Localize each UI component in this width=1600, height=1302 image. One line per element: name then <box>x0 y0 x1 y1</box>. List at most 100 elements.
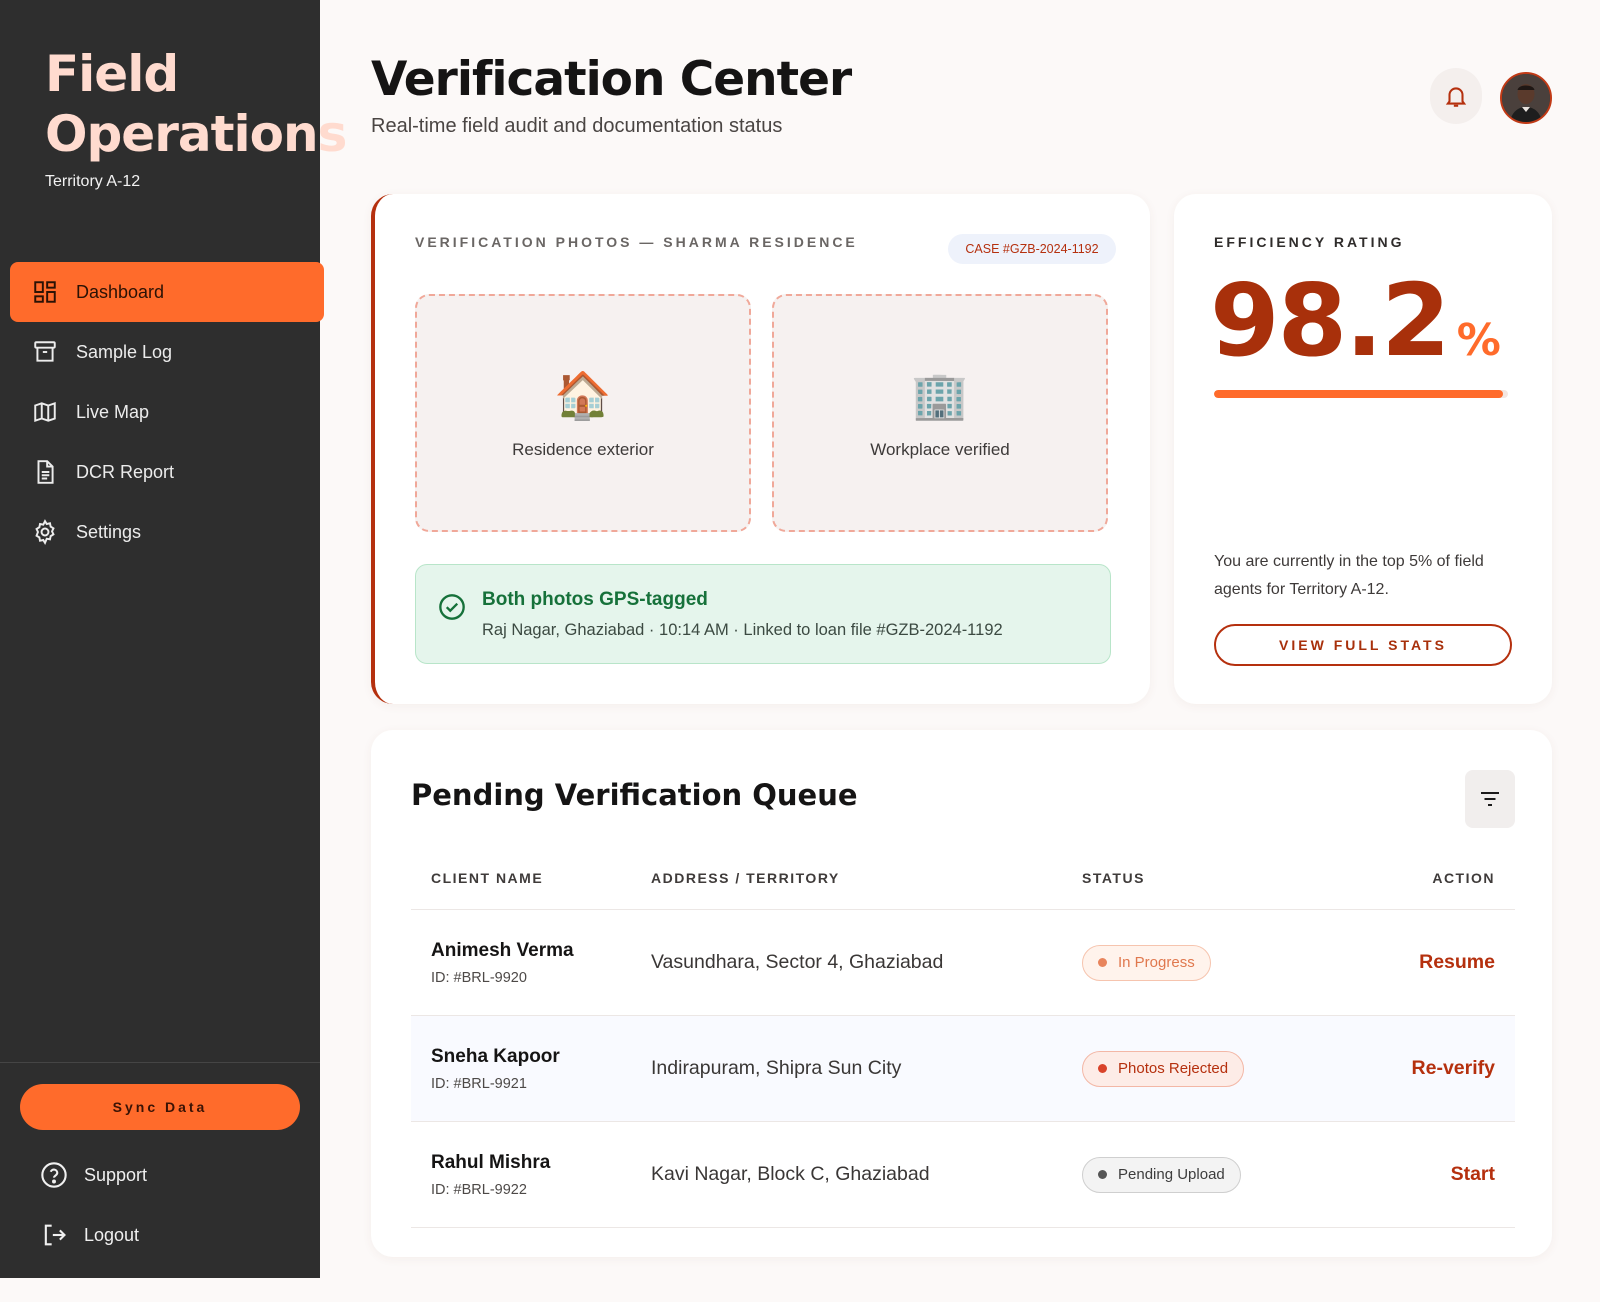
client-id: ID: #BRL-9922 <box>431 1181 527 1198</box>
column-header-action: ACTION <box>1432 869 1495 886</box>
table-row: Sneha Kapoor ID: #BRL-9921 Indirapuram, … <box>411 1016 1515 1122</box>
photo-caption: Residence exterior <box>512 440 654 459</box>
status-cell: Photos Rejected <box>1082 1050 1302 1087</box>
check-circle-icon <box>439 594 465 620</box>
column-header-status: STATUS <box>1082 869 1145 886</box>
office-building-icon: 🏢 <box>911 369 969 421</box>
status-dot <box>1098 1170 1107 1179</box>
column-header-address: ADDRESS / TERRITORY <box>651 869 840 886</box>
sync-data-button[interactable]: Sync Data <box>20 1084 300 1130</box>
status-dot <box>1098 958 1107 967</box>
notifications-button[interactable] <box>1430 68 1482 124</box>
action-cell: Start <box>1302 1163 1515 1186</box>
verification-photos-card: VERIFICATION PHOTOS — SHARMA RESIDENCE C… <box>371 194 1150 704</box>
sidebar-item-dashboard[interactable]: Dashboard <box>10 262 324 322</box>
case-badge: CASE #GZB-2024-1192 <box>948 234 1116 264</box>
efficiency-value: 98.2% <box>1210 262 1501 379</box>
client-cell: Sneha Kapoor ID: #BRL-9921 <box>411 1046 651 1092</box>
start-action-link[interactable]: Start <box>1451 1163 1495 1185</box>
client-name: Rahul Mishra <box>431 1151 551 1173</box>
column-header-client: CLIENT NAME <box>431 869 544 886</box>
archive-icon <box>32 339 58 365</box>
efficiency-card: EFFICIENCY RATING 98.2% You are currentl… <box>1174 194 1552 704</box>
sidebar-item-sample-log[interactable]: Sample Log <box>10 322 324 382</box>
gear-icon <box>32 519 58 545</box>
action-cell: Re-verify <box>1302 1057 1515 1080</box>
brand-line-1: Field <box>45 45 179 103</box>
client-address: Kavi Nagar, Block C, Ghaziabad <box>651 1163 930 1185</box>
client-id: ID: #BRL-9920 <box>431 969 527 986</box>
page-subtitle: Real-time field audit and documentation … <box>371 115 783 137</box>
sidebar-item-label: Settings <box>76 521 142 542</box>
efficiency-unit: % <box>1456 315 1501 366</box>
filter-icon <box>1481 792 1499 806</box>
client-address: Indirapuram, Shipra Sun City <box>651 1057 902 1079</box>
sidebar-item-dcr-report[interactable]: DCR Report <box>10 442 324 502</box>
re-verify-action-link[interactable]: Re-verify <box>1412 1057 1495 1079</box>
sidebar-item-label: Sample Log <box>76 341 173 362</box>
photos-card-eyebrow: VERIFICATION PHOTOS — SHARMA RESIDENCE <box>415 234 858 250</box>
sidebar-item-live-map[interactable]: Live Map <box>10 382 324 442</box>
queue-table: CLIENT NAME ADDRESS / TERRITORY STATUS A… <box>411 846 1515 1228</box>
house-icon: 🏠 <box>554 369 612 421</box>
sidebar-divider <box>0 1062 320 1063</box>
status-label: Pending Upload <box>1118 1166 1225 1183</box>
help-circle-icon <box>41 1162 67 1188</box>
support-label: Support <box>84 1164 148 1185</box>
sidebar-item-label: DCR Report <box>76 461 175 482</box>
pending-queue-card: Pending Verification Queue CLIENT NAME A… <box>371 730 1552 1257</box>
photo-caption: Workplace verified <box>870 440 1010 459</box>
sidebar-item-label: Dashboard <box>76 281 165 302</box>
gps-status-title: Both photos GPS-tagged <box>482 589 708 610</box>
status-label: In Progress <box>1118 954 1195 971</box>
sidebar: Field Operations Territory A-12 Dashboar… <box>0 0 347 1278</box>
table-row: Rahul Mishra ID: #BRL-9922 Kavi Nagar, B… <box>411 1122 1515 1228</box>
logout-label: Logout <box>84 1224 140 1245</box>
table-header: CLIENT NAME ADDRESS / TERRITORY STATUS A… <box>411 846 1515 910</box>
efficiency-number: 98.2 <box>1210 262 1451 379</box>
view-full-stats-button[interactable]: VIEW FULL STATS <box>1214 624 1512 666</box>
bell-icon <box>1445 87 1467 107</box>
table-row: Animesh Verma ID: #BRL-9920 Vasundhara, … <box>411 910 1515 1016</box>
queue-title: Pending Verification Queue <box>411 778 858 812</box>
page-title: Verification Center <box>371 52 852 107</box>
status-badge: Pending Upload <box>1082 1156 1241 1193</box>
brand-line-2: Operations <box>45 105 347 163</box>
brand-title: Field Operations <box>45 44 347 164</box>
sidebar-item-settings[interactable]: Settings <box>10 502 324 562</box>
efficiency-note: You are currently in the top 5% of field… <box>1214 553 1484 598</box>
gps-status-detail: Raj Nagar, Ghaziabad · 10:14 AM · Linked… <box>482 621 1003 639</box>
status-badge: In Progress <box>1082 944 1211 981</box>
sidebar-nav: Dashboard Sample Log Live Map DCR Report… <box>10 262 324 562</box>
efficiency-progress-bar <box>1214 390 1508 398</box>
avatar[interactable] <box>1500 72 1552 124</box>
logout-icon <box>44 1224 66 1246</box>
client-address: Vasundhara, Sector 4, Ghaziabad <box>651 951 944 973</box>
filter-button[interactable] <box>1465 770 1515 828</box>
document-icon <box>32 459 58 485</box>
map-icon <box>32 399 58 425</box>
status-dot <box>1098 1064 1107 1073</box>
client-cell: Animesh Verma ID: #BRL-9920 <box>411 940 651 986</box>
gps-status-banner: Both photos GPS-tagged Raj Nagar, Ghazia… <box>415 564 1111 664</box>
status-cell: In Progress <box>1082 944 1302 981</box>
status-cell: Pending Upload <box>1082 1156 1302 1193</box>
photo-residence-exterior[interactable]: 🏠 Residence exterior <box>415 294 751 532</box>
client-name: Sneha Kapoor <box>431 1045 560 1067</box>
client-name: Animesh Verma <box>431 939 574 961</box>
dashboard-icon <box>32 279 58 305</box>
territory-label: Territory A-12 <box>45 173 141 190</box>
client-id: ID: #BRL-9921 <box>431 1075 527 1092</box>
sidebar-item-label: Live Map <box>76 401 150 422</box>
user-portrait-icon <box>1502 74 1550 122</box>
support-link[interactable]: Support <box>40 1161 147 1189</box>
efficiency-eyebrow: EFFICIENCY RATING <box>1214 234 1405 250</box>
status-badge: Photos Rejected <box>1082 1050 1245 1087</box>
client-cell: Rahul Mishra ID: #BRL-9922 <box>411 1152 651 1198</box>
resume-action-link[interactable]: Resume <box>1419 951 1495 973</box>
action-cell: Resume <box>1302 951 1515 974</box>
status-label: Photos Rejected <box>1118 1060 1229 1077</box>
logout-link[interactable]: Logout <box>40 1221 139 1249</box>
efficiency-progress-fill <box>1214 390 1503 398</box>
photo-workplace[interactable]: 🏢 Workplace verified <box>772 294 1108 532</box>
